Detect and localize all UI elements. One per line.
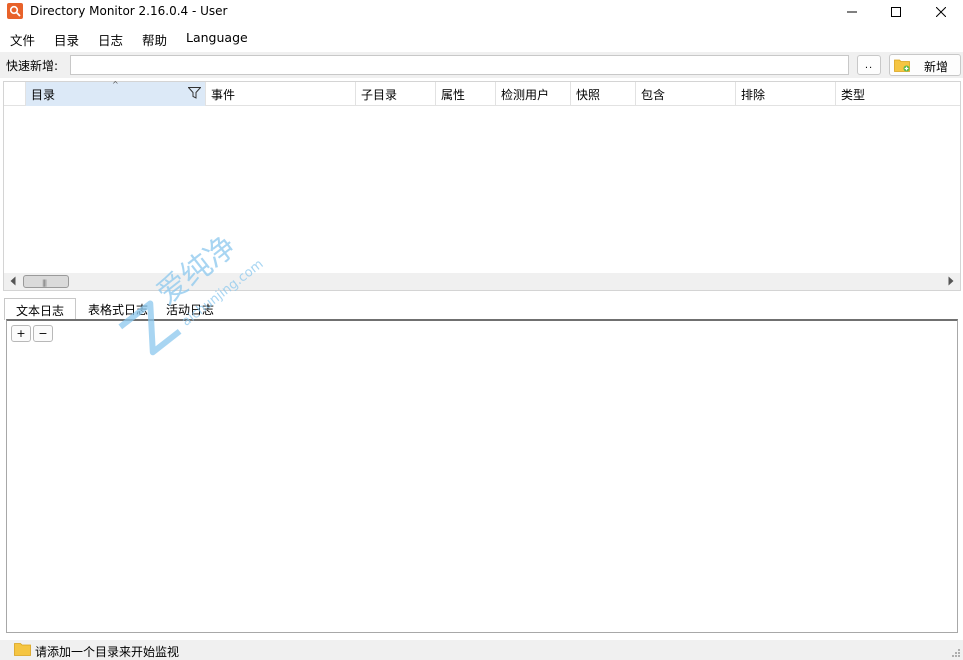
scrollbar-thumb[interactable]: |||	[23, 275, 69, 288]
row-indicator-column	[4, 82, 26, 106]
column-header-detect-user[interactable]: 检测用户	[496, 82, 571, 106]
directory-grid: ^ 目录 事件 子目录 属性 检测用户 快照 包含 排除 类型 |||	[3, 80, 961, 291]
scroll-right-icon[interactable]	[948, 276, 954, 286]
add-button-label: 新增	[924, 60, 949, 74]
menu-help[interactable]: 帮助	[142, 30, 167, 49]
menu-file[interactable]: 文件	[10, 30, 35, 49]
maximize-icon	[891, 7, 901, 17]
column-header-directory[interactable]: ^ 目录	[26, 80, 206, 106]
maximize-button[interactable]	[873, 0, 919, 24]
column-header-include[interactable]: 包含	[636, 82, 736, 106]
folder-icon	[14, 643, 31, 656]
menu-bar: 文件 目录 日志 帮助 Language	[0, 26, 963, 48]
column-header-exclude[interactable]: 排除	[736, 82, 836, 106]
browse-button[interactable]: ..	[857, 55, 881, 75]
column-header-type[interactable]: 类型	[836, 82, 960, 106]
collapse-button[interactable]: −	[33, 325, 53, 342]
add-button[interactable]: 新增	[889, 54, 961, 76]
status-bar: 请添加一个目录来开始监视	[0, 640, 963, 660]
minimize-button[interactable]	[829, 0, 875, 24]
window-title: Directory Monitor 2.16.0.4 - User	[30, 4, 228, 18]
minimize-icon	[847, 11, 857, 13]
expand-button[interactable]: +	[11, 325, 31, 342]
column-header-event[interactable]: 事件	[206, 82, 356, 106]
tab-text-log[interactable]: 文本日志	[4, 298, 76, 320]
text-log-panel[interactable]: + −	[6, 319, 958, 633]
quick-add-bar: 快速新增: .. 新增	[0, 52, 963, 78]
app-logo-icon	[7, 3, 23, 19]
new-folder-icon	[894, 59, 910, 72]
menu-language[interactable]: Language	[186, 30, 248, 45]
menu-log[interactable]: 日志	[98, 30, 123, 49]
scroll-left-icon[interactable]	[10, 276, 16, 286]
resize-grip-icon[interactable]	[951, 648, 961, 658]
status-message: 请添加一个目录来开始监视	[35, 645, 180, 659]
log-tabs: 文本日志 表格式日志 活动日志	[0, 296, 963, 320]
sort-ascending-icon: ^	[112, 80, 119, 89]
horizontal-scrollbar[interactable]: |||	[4, 273, 960, 290]
menu-directory[interactable]: 目录	[54, 30, 79, 49]
close-button[interactable]	[918, 0, 963, 24]
tab-table-log[interactable]: 表格式日志	[80, 298, 156, 320]
filter-icon[interactable]	[188, 87, 201, 99]
column-header-snapshot[interactable]: 快照	[571, 82, 636, 106]
tab-activity-log[interactable]: 活动日志	[158, 298, 222, 320]
grid-header: ^ 目录 事件 子目录 属性 检测用户 快照 包含 排除 类型	[4, 80, 960, 106]
column-header-subdirectory[interactable]: 子目录	[356, 82, 436, 106]
title-bar: Directory Monitor 2.16.0.4 - User	[0, 0, 963, 24]
column-header-attributes[interactable]: 属性	[436, 82, 496, 106]
close-icon	[936, 7, 946, 17]
quick-add-input[interactable]	[70, 55, 849, 75]
quick-add-label: 快速新增:	[6, 59, 59, 73]
